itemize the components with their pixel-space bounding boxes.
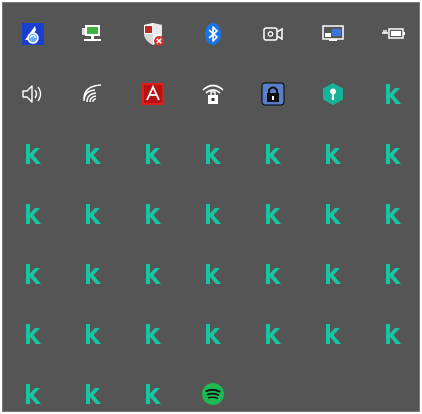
k-icon[interactable]	[379, 200, 407, 228]
k-icon[interactable]	[259, 200, 287, 228]
k-icon[interactable]	[139, 140, 167, 168]
k-icon[interactable]	[79, 380, 107, 408]
k-icon[interactable]	[139, 320, 167, 348]
battery-plug-icon[interactable]	[379, 20, 407, 48]
k-icon[interactable]	[79, 320, 107, 348]
k-icon[interactable]	[319, 320, 347, 348]
k-icon[interactable]	[199, 260, 227, 288]
bluetooth-icon[interactable]	[199, 20, 227, 48]
hex-key-icon[interactable]	[319, 80, 347, 108]
wifi-icon[interactable]	[79, 80, 107, 108]
k-icon[interactable]	[379, 80, 407, 108]
wifi-lock-icon[interactable]	[199, 80, 227, 108]
k-icon[interactable]	[379, 320, 407, 348]
k-icon[interactable]	[199, 320, 227, 348]
network-monitor-icon[interactable]	[79, 20, 107, 48]
k-icon[interactable]	[79, 140, 107, 168]
speaker-icon[interactable]	[19, 80, 47, 108]
k-icon[interactable]	[259, 260, 287, 288]
k-icon[interactable]	[139, 380, 167, 408]
k-icon[interactable]	[79, 200, 107, 228]
shield-x-icon[interactable]	[139, 20, 167, 48]
k-icon[interactable]	[19, 140, 47, 168]
notification-tray-overflow	[2, 2, 420, 412]
k-icon[interactable]	[319, 260, 347, 288]
k-icon[interactable]	[259, 140, 287, 168]
k-icon[interactable]	[379, 140, 407, 168]
k-icon[interactable]	[139, 260, 167, 288]
k-icon[interactable]	[139, 200, 167, 228]
lock-icon[interactable]	[259, 80, 287, 108]
camera-icon[interactable]	[259, 20, 287, 48]
display-switch-icon[interactable]	[319, 20, 347, 48]
k-icon[interactable]	[19, 380, 47, 408]
k-icon[interactable]	[379, 260, 407, 288]
adobe-icon[interactable]	[139, 80, 167, 108]
k-icon[interactable]	[19, 200, 47, 228]
app-blue-icon[interactable]	[19, 20, 47, 48]
k-icon[interactable]	[79, 260, 107, 288]
k-icon[interactable]	[319, 140, 347, 168]
k-icon[interactable]	[199, 140, 227, 168]
k-icon[interactable]	[319, 200, 347, 228]
k-icon[interactable]	[19, 260, 47, 288]
k-icon[interactable]	[199, 200, 227, 228]
k-icon[interactable]	[19, 320, 47, 348]
k-icon[interactable]	[259, 320, 287, 348]
spotify-icon[interactable]	[199, 380, 227, 408]
